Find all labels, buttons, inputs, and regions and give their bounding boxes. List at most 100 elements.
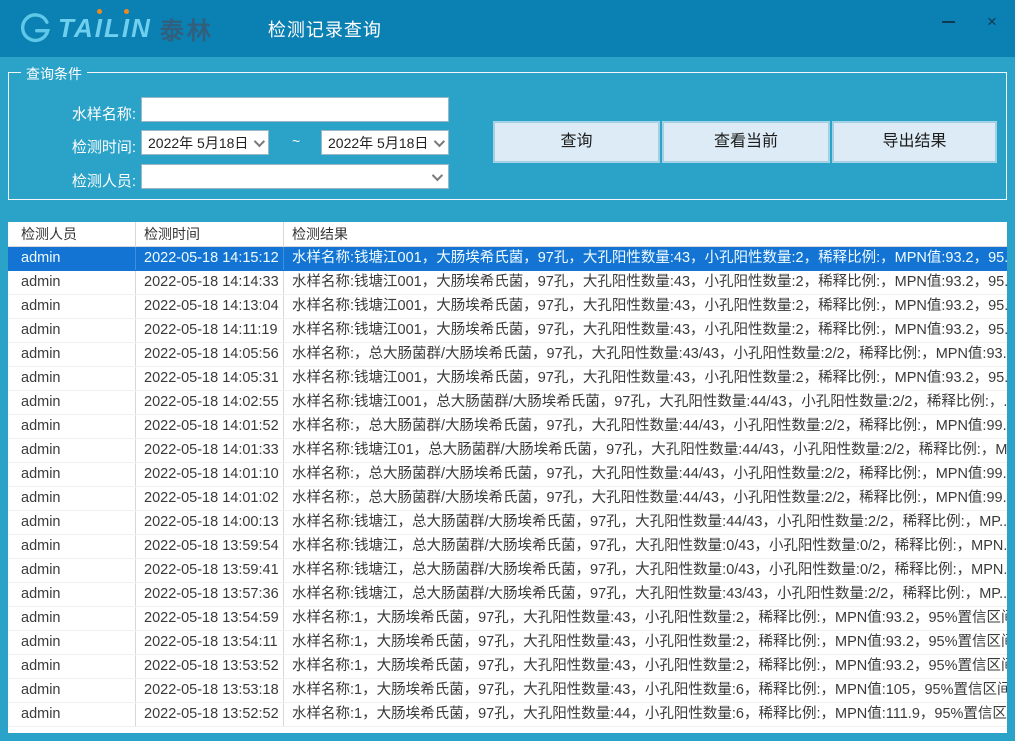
view-current-button[interactable]: 查看当前: [663, 122, 829, 162]
logo-g-icon: [18, 12, 52, 46]
table-body: admin 2022-05-18 14:15:12 水样名称:钱塘江001，大肠…: [8, 247, 1007, 727]
cell-result: 水样名称:1，大肠埃希氏菌，97孔，大孔阳性数量:43，小孔阳性数量:2，稀释比…: [284, 607, 1007, 630]
cell-person: admin: [8, 343, 136, 366]
table-row[interactable]: admin 2022-05-18 14:14:33 水样名称:钱塘江001，大肠…: [8, 271, 1007, 295]
cell-result: 水样名称:钱塘江，总大肠菌群/大肠埃希氏菌，97孔，大孔阳性数量:43/43，小…: [284, 583, 1007, 606]
table-row[interactable]: admin 2022-05-18 14:11:19 水样名称:钱塘江001，大肠…: [8, 319, 1007, 343]
table-row[interactable]: admin 2022-05-18 14:13:04 水样名称:钱塘江001，大肠…: [8, 295, 1007, 319]
cell-person: admin: [8, 367, 136, 390]
table-row[interactable]: admin 2022-05-18 14:01:52 水样名称:，总大肠菌群/大肠…: [8, 415, 1007, 439]
title-bar: TAILIN 泰林 检测记录查询 ×: [0, 0, 1015, 57]
cell-result: 水样名称:，总大肠菌群/大肠埃希氏菌，97孔，大孔阳性数量:44/43，小孔阳性…: [284, 487, 1007, 510]
brand-name: TAILIN: [58, 13, 152, 44]
date-to-value: 2022年 5月18日: [328, 133, 428, 153]
cell-time: 2022-05-18 13:54:11: [136, 631, 284, 654]
cell-person: admin: [8, 247, 136, 270]
cell-result: 水样名称:1，大肠埃希氏菌，97孔，大孔阳性数量:43，小孔阳性数量:2，稀释比…: [284, 631, 1007, 654]
cell-time: 2022-05-18 14:13:04: [136, 295, 284, 318]
sample-name-input[interactable]: [141, 97, 449, 122]
cell-time: 2022-05-18 14:00:13: [136, 511, 284, 534]
table-row[interactable]: admin 2022-05-18 13:53:18 水样名称:1，大肠埃希氏菌，…: [8, 679, 1007, 703]
cell-time: 2022-05-18 13:53:18: [136, 679, 284, 702]
cell-result: 水样名称:钱塘江001，大肠埃希氏菌，97孔，大孔阳性数量:43，小孔阳性数量:…: [284, 247, 1007, 270]
cell-result: 水样名称:钱塘江01，总大肠菌群/大肠埃希氏菌，97孔，大孔阳性数量:44/43…: [284, 439, 1007, 462]
table-row[interactable]: admin 2022-05-18 14:05:31 水样名称:钱塘江001，大肠…: [8, 367, 1007, 391]
cell-person: admin: [8, 655, 136, 678]
table-row[interactable]: admin 2022-05-18 13:52:52 水样名称:1，大肠埃希氏菌，…: [8, 703, 1007, 727]
cell-result: 水样名称:钱塘江，总大肠菌群/大肠埃希氏菌，97孔，大孔阳性数量:0/43，小孔…: [284, 535, 1007, 558]
cell-result: 水样名称:钱塘江001，大肠埃希氏菌，97孔，大孔阳性数量:43，小孔阳性数量:…: [284, 367, 1007, 390]
cell-result: 水样名称:钱塘江001，大肠埃希氏菌，97孔，大孔阳性数量:43，小孔阳性数量:…: [284, 271, 1007, 294]
cell-time: 2022-05-18 13:59:54: [136, 535, 284, 558]
cell-person: admin: [8, 607, 136, 630]
chevron-down-icon: [254, 135, 265, 146]
cell-time: 2022-05-18 13:53:52: [136, 655, 284, 678]
query-conditions-panel: 查询条件 水样名称: 检测时间: 2022年 5月18日 ~ 2022年 5月1…: [8, 72, 1007, 200]
sample-name-label: 水样名称:: [64, 103, 136, 124]
cell-result: 水样名称:钱塘江001，总大肠菌群/大肠埃希氏菌，97孔，大孔阳性数量:44/4…: [284, 391, 1007, 414]
table-row[interactable]: admin 2022-05-18 13:54:59 水样名称:1，大肠埃希氏菌，…: [8, 607, 1007, 631]
cell-result: 水样名称:钱塘江，总大肠菌群/大肠埃希氏菌，97孔，大孔阳性数量:44/43，小…: [284, 511, 1007, 534]
cell-result: 水样名称:1，大肠埃希氏菌，97孔，大孔阳性数量:44，小孔阳性数量:6，稀释比…: [284, 703, 1007, 726]
table-row[interactable]: admin 2022-05-18 14:00:13 水样名称:钱塘江，总大肠菌群…: [8, 511, 1007, 535]
query-button[interactable]: 查询: [494, 122, 659, 162]
close-button[interactable]: ×: [977, 10, 1007, 34]
cell-person: admin: [8, 319, 136, 342]
detect-person-select[interactable]: [141, 164, 449, 189]
cell-person: admin: [8, 703, 136, 726]
cell-person: admin: [8, 487, 136, 510]
cell-time: 2022-05-18 14:02:55: [136, 391, 284, 414]
date-from-value: 2022年 5月18日: [148, 133, 248, 153]
cell-time: 2022-05-18 13:52:52: [136, 703, 284, 726]
results-table: 检测人员 检测时间 检测结果 admin 2022-05-18 14:15:12…: [8, 222, 1007, 733]
date-from-picker[interactable]: 2022年 5月18日: [141, 130, 269, 155]
column-header-result[interactable]: 检测结果: [284, 222, 1007, 246]
chevron-down-icon: [434, 135, 445, 146]
date-range-separator: ~: [292, 133, 300, 149]
table-row[interactable]: admin 2022-05-18 13:57:36 水样名称:钱塘江，总大肠菌群…: [8, 583, 1007, 607]
cell-person: admin: [8, 295, 136, 318]
export-result-button[interactable]: 导出结果: [833, 122, 996, 162]
column-header-person[interactable]: 检测人员: [8, 222, 136, 246]
cell-result: 水样名称:钱塘江，总大肠菌群/大肠埃希氏菌，97孔，大孔阳性数量:0/43，小孔…: [284, 559, 1007, 582]
table-row[interactable]: admin 2022-05-18 14:15:12 水样名称:钱塘江001，大肠…: [8, 247, 1007, 271]
date-to-picker[interactable]: 2022年 5月18日: [321, 130, 449, 155]
table-row[interactable]: admin 2022-05-18 14:01:10 水样名称:，总大肠菌群/大肠…: [8, 463, 1007, 487]
table-row[interactable]: admin 2022-05-18 14:02:55 水样名称:钱塘江001，总大…: [8, 391, 1007, 415]
cell-result: 水样名称:，总大肠菌群/大肠埃希氏菌，97孔，大孔阳性数量:43/43，小孔阳性…: [284, 343, 1007, 366]
table-row[interactable]: admin 2022-05-18 13:54:11 水样名称:1，大肠埃希氏菌，…: [8, 631, 1007, 655]
cell-time: 2022-05-18 14:15:12: [136, 247, 284, 270]
table-row[interactable]: admin 2022-05-18 13:53:52 水样名称:1，大肠埃希氏菌，…: [8, 655, 1007, 679]
column-header-time[interactable]: 检测时间: [136, 222, 284, 246]
cell-time: 2022-05-18 14:01:10: [136, 463, 284, 486]
table-row[interactable]: admin 2022-05-18 14:01:02 水样名称:，总大肠菌群/大肠…: [8, 487, 1007, 511]
cell-time: 2022-05-18 14:05:31: [136, 367, 284, 390]
cell-person: admin: [8, 679, 136, 702]
cell-result: 水样名称:1，大肠埃希氏菌，97孔，大孔阳性数量:43，小孔阳性数量:6，稀释比…: [284, 679, 1007, 702]
cell-person: admin: [8, 535, 136, 558]
cell-time: 2022-05-18 14:01:33: [136, 439, 284, 462]
minimize-icon: [942, 21, 955, 23]
table-row[interactable]: admin 2022-05-18 14:01:33 水样名称:钱塘江01，总大肠…: [8, 439, 1007, 463]
detect-time-label: 检测时间:: [64, 136, 136, 157]
minimize-button[interactable]: [933, 10, 963, 34]
chevron-down-icon: [432, 169, 443, 180]
cell-result: 水样名称:，总大肠菌群/大肠埃希氏菌，97孔，大孔阳性数量:44/43，小孔阳性…: [284, 415, 1007, 438]
cell-result: 水样名称:1，大肠埃希氏菌，97孔，大孔阳性数量:43，小孔阳性数量:2，稀释比…: [284, 655, 1007, 678]
cell-person: admin: [8, 439, 136, 462]
detect-person-label: 检测人员:: [64, 170, 136, 191]
table-row[interactable]: admin 2022-05-18 13:59:41 水样名称:钱塘江，总大肠菌群…: [8, 559, 1007, 583]
cell-time: 2022-05-18 14:14:33: [136, 271, 284, 294]
cell-person: admin: [8, 559, 136, 582]
tailin-logo: TAILIN 泰林: [18, 11, 214, 46]
cell-person: admin: [8, 463, 136, 486]
cell-time: 2022-05-18 13:57:36: [136, 583, 284, 606]
cell-person: admin: [8, 511, 136, 534]
table-row[interactable]: admin 2022-05-18 13:59:54 水样名称:钱塘江，总大肠菌群…: [8, 535, 1007, 559]
cell-person: admin: [8, 631, 136, 654]
cell-time: 2022-05-18 14:01:02: [136, 487, 284, 510]
table-row[interactable]: admin 2022-05-18 14:05:56 水样名称:，总大肠菌群/大肠…: [8, 343, 1007, 367]
cell-person: admin: [8, 583, 136, 606]
cell-result: 水样名称:钱塘江001，大肠埃希氏菌，97孔，大孔阳性数量:43，小孔阳性数量:…: [284, 319, 1007, 342]
cell-result: 水样名称:，总大肠菌群/大肠埃希氏菌，97孔，大孔阳性数量:44/43，小孔阳性…: [284, 463, 1007, 486]
